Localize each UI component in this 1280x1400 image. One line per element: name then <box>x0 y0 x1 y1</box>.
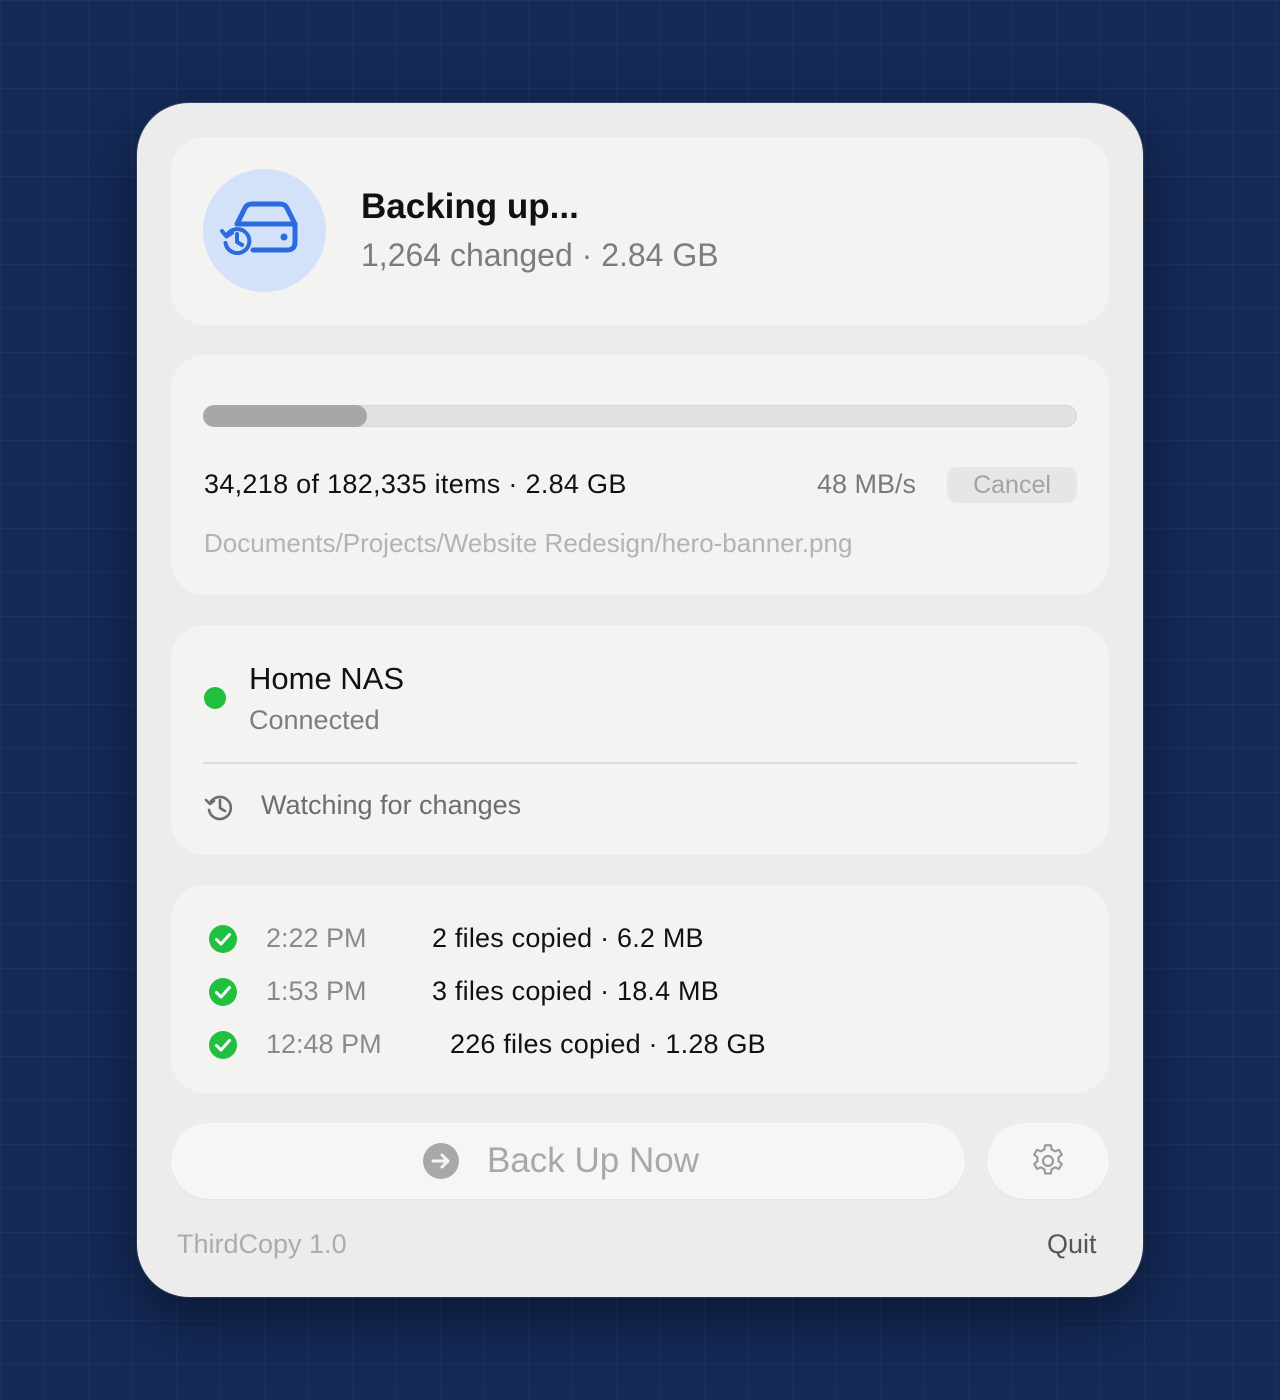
progress-card: 34,218 of 182,335 items · 2.84 GB 48 MB/… <box>171 355 1109 595</box>
backup-panel: Backing up... 1,264 changed · 2.84 GB 34… <box>137 103 1143 1297</box>
progress-bar-fill <box>203 405 368 427</box>
items-progress-text: 34,218 of 182,335 items · 2.84 GB <box>204 469 627 499</box>
drive-history-icon <box>203 169 326 292</box>
status-title: Backing up... <box>361 187 579 226</box>
current-file-path: Documents/Projects/Website Redesign/hero… <box>204 528 853 558</box>
history-row: 2:22 PM 2 files copied · 6.2 MB <box>171 919 1109 959</box>
gear-icon <box>1033 1144 1063 1175</box>
destination-card: Home NAS Connected Watching for changes <box>171 625 1109 855</box>
history-detail: 226 files copied · 1.28 GB <box>450 1029 766 1059</box>
status-subtitle: 1,264 changed · 2.84 GB <box>361 237 719 273</box>
progress-bar <box>203 405 1077 427</box>
back-up-now-button[interactable]: Back Up Now <box>171 1123 965 1199</box>
cancel-button[interactable]: Cancel <box>947 467 1077 503</box>
app-version: ThirdCopy 1.0 <box>177 1229 347 1259</box>
history-card: 2:22 PM 2 files copied · 6.2 MB 1:53 PM … <box>171 885 1109 1093</box>
history-time: 2:22 PM <box>266 923 367 953</box>
check-circle-icon <box>209 925 237 953</box>
check-circle-icon <box>209 1031 237 1059</box>
history-clock-icon <box>204 795 233 821</box>
settings-button[interactable] <box>987 1123 1109 1199</box>
transfer-speed: 48 MB/s <box>817 469 917 499</box>
history-detail: 2 files copied · 6.2 MB <box>432 923 704 953</box>
watching-status-text: Watching for changes <box>261 790 522 820</box>
divider <box>203 762 1077 764</box>
back-up-now-label: Back Up Now <box>487 1141 700 1180</box>
history-detail: 3 files copied · 18.4 MB <box>432 976 719 1006</box>
connection-status-dot <box>204 687 226 709</box>
history-row: 1:53 PM 3 files copied · 18.4 MB <box>171 972 1109 1012</box>
destination-status: Connected <box>249 705 380 735</box>
arrow-right-circle-icon <box>423 1143 459 1179</box>
destination-name: Home NAS <box>249 661 405 696</box>
check-circle-icon <box>209 978 237 1006</box>
status-header-card: Backing up... 1,264 changed · 2.84 GB <box>171 137 1109 325</box>
history-time: 12:48 PM <box>266 1029 382 1059</box>
history-row: 12:48 PM 226 files copied · 1.28 GB <box>171 1025 1109 1065</box>
quit-button[interactable]: Quit <box>1047 1229 1097 1260</box>
history-time: 1:53 PM <box>266 976 367 1006</box>
